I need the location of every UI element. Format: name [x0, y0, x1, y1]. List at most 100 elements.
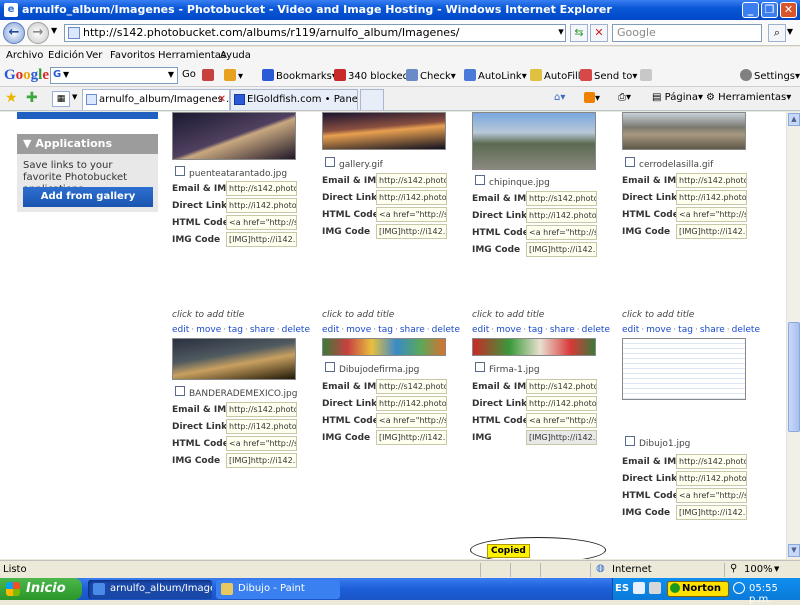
print-icon[interactable]: ⎙▾ [618, 92, 631, 103]
select-checkbox[interactable] [625, 157, 635, 167]
taskbar-task-paint[interactable]: Dibujo - Paint [216, 580, 340, 599]
edit-link[interactable]: edit [472, 325, 489, 335]
highlight-icon[interactable] [640, 69, 654, 82]
start-button[interactable]: Inicio [0, 578, 82, 600]
close-button[interactable]: ✕ [780, 2, 797, 18]
thumbnail-image[interactable] [472, 338, 596, 356]
select-checkbox[interactable] [175, 166, 185, 176]
menu-ayuda[interactable]: Ayuda [220, 50, 251, 61]
share-link[interactable]: share [550, 325, 575, 335]
img-code-field[interactable]: [IMG]http://i142.ph [526, 430, 597, 445]
img-code-field[interactable]: [IMG]http://i142.ph [526, 242, 597, 257]
autolink-button[interactable]: AutoLink▾ [464, 69, 527, 82]
select-checkbox[interactable] [625, 436, 635, 446]
thumbnail-image[interactable] [172, 338, 296, 380]
scroll-down-arrow-icon[interactable]: ▼ [788, 544, 800, 557]
add-from-gallery-button[interactable]: Add from gallery [23, 187, 153, 207]
html-code-field[interactable]: <a href="http://s142 [526, 225, 597, 240]
html-code-field[interactable]: <a href="http://s142 [676, 207, 747, 222]
html-code-field[interactable]: <a href="http://s142 [376, 207, 447, 222]
email-field[interactable]: http://s142.photobu [226, 402, 297, 417]
thumbnail-image[interactable] [472, 112, 596, 170]
google-go-button[interactable]: Go [182, 69, 196, 80]
direct-link-field[interactable]: http://i142.photobu [376, 190, 447, 205]
thumbnail-image[interactable] [622, 112, 746, 150]
img-code-field[interactable]: [IMG]http://i142.ph [676, 505, 747, 520]
edit-link[interactable]: edit [322, 325, 339, 335]
tab-photobucket[interactable]: arnulfo_album/Imagenes ... ✕ [82, 89, 230, 110]
img-code-field[interactable]: [IMG]http://i142.ph [676, 224, 747, 239]
tag-link[interactable]: tag [228, 325, 243, 335]
popup-blocked-button[interactable]: 340 blocked [334, 69, 409, 82]
bookmarks-button[interactable]: Bookmarks▾ [262, 69, 337, 82]
google-dropdown-icon[interactable]: ▼ [63, 70, 69, 79]
direct-link-field[interactable]: http://i142.photobu [226, 198, 297, 213]
thumbnail-image[interactable] [322, 338, 446, 356]
img-code-field[interactable]: [IMG]http://i142.ph [226, 232, 297, 247]
forward-button[interactable]: → [27, 22, 49, 44]
email-field[interactable]: http://s142.photobu [676, 173, 747, 188]
html-code-field[interactable]: <a href="http://s142 [376, 413, 447, 428]
tag-link[interactable]: tag [678, 325, 693, 335]
edit-link[interactable]: edit [172, 325, 189, 335]
window-title-bar[interactable]: e arnulfo_album/Imagenes - Photobucket -… [0, 0, 800, 20]
stop-icon[interactable]: ✕ [590, 24, 608, 42]
google-settings-button[interactable]: Settings▾ [740, 69, 800, 82]
favorites-star-icon[interactable]: ★ [5, 90, 18, 106]
taskbar-task-ie[interactable]: arnulfo_album/Image... [88, 580, 212, 599]
add-title-link[interactable]: click to add title [622, 310, 694, 320]
popup-blocker-icon[interactable] [202, 69, 216, 82]
move-link[interactable]: move [196, 325, 221, 335]
direct-link-field[interactable]: http://i142.photobu [376, 396, 447, 411]
email-field[interactable]: http://s142.photobu [376, 379, 447, 394]
img-code-field[interactable]: [IMG]http://i142.ph [376, 430, 447, 445]
select-checkbox[interactable] [325, 362, 335, 372]
applications-heading[interactable]: ▼ Applications [17, 134, 158, 154]
close-tab-icon[interactable]: ✕ [218, 90, 226, 109]
menu-favoritos[interactable]: Favoritos [110, 50, 155, 61]
expand-tray-icon[interactable] [733, 582, 745, 594]
delete-link[interactable]: delete [282, 325, 310, 335]
language-indicator[interactable]: ES [615, 583, 629, 594]
history-dropdown-icon[interactable]: ▼ [51, 26, 57, 35]
minimize-button[interactable]: _ [742, 2, 759, 18]
autofill-button[interactable]: AutoFill [530, 69, 581, 82]
select-checkbox[interactable] [475, 362, 485, 372]
edit-link[interactable]: edit [622, 325, 639, 335]
direct-link-field[interactable]: http://i142.photobu [526, 396, 597, 411]
spellcheck-button[interactable]: Check▾ [406, 69, 456, 82]
zoom-level[interactable]: 100% [744, 564, 773, 575]
options-icon[interactable]: ▾ [224, 69, 243, 82]
maximize-button[interactable]: ❐ [761, 2, 778, 18]
menu-archivo[interactable]: Archivo [6, 50, 43, 61]
vertical-scrollbar[interactable]: ▲ ▼ [786, 112, 800, 559]
delete-link[interactable]: delete [732, 325, 760, 335]
url-dropdown-icon[interactable]: ▾ [552, 24, 570, 42]
move-link[interactable]: move [346, 325, 371, 335]
email-field[interactable]: http://s142.photobu [526, 191, 597, 206]
thumbnail-image[interactable] [172, 112, 296, 160]
html-code-field[interactable]: <a href="http://s142 [526, 413, 597, 428]
clock[interactable]: 05:55 p.m. [749, 583, 800, 605]
delete-link[interactable]: delete [582, 325, 610, 335]
direct-link-field[interactable]: http://i142.photobu [676, 471, 747, 486]
menu-ver[interactable]: Ver [86, 50, 102, 61]
add-title-link[interactable]: click to add title [172, 310, 244, 320]
menu-herramientas[interactable]: Herramientas [158, 50, 226, 61]
quick-tabs-icon[interactable]: ▦ [52, 91, 70, 107]
tab-list-icon[interactable]: ▼ [72, 93, 77, 101]
delete-link[interactable]: delete [432, 325, 460, 335]
tag-link[interactable]: tag [378, 325, 393, 335]
thumbnail-image[interactable] [322, 112, 446, 150]
home-icon[interactable]: ⌂▾ [554, 92, 565, 103]
help-tray-icon[interactable] [633, 582, 645, 594]
add-title-link[interactable]: click to add title [472, 310, 544, 320]
img-code-field[interactable]: [IMG]http://i142.ph [226, 453, 297, 468]
direct-link-field[interactable]: http://i142.photobu [526, 208, 597, 223]
move-link[interactable]: move [496, 325, 521, 335]
tools-menu-button[interactable]: ⚙ Herramientas▾ [706, 92, 791, 103]
sendto-button[interactable]: Send to▾ [580, 69, 637, 82]
move-link[interactable]: move [646, 325, 671, 335]
google-search-input[interactable]: G ▼ ▼ [50, 67, 178, 84]
search-input[interactable]: Google [612, 24, 762, 42]
